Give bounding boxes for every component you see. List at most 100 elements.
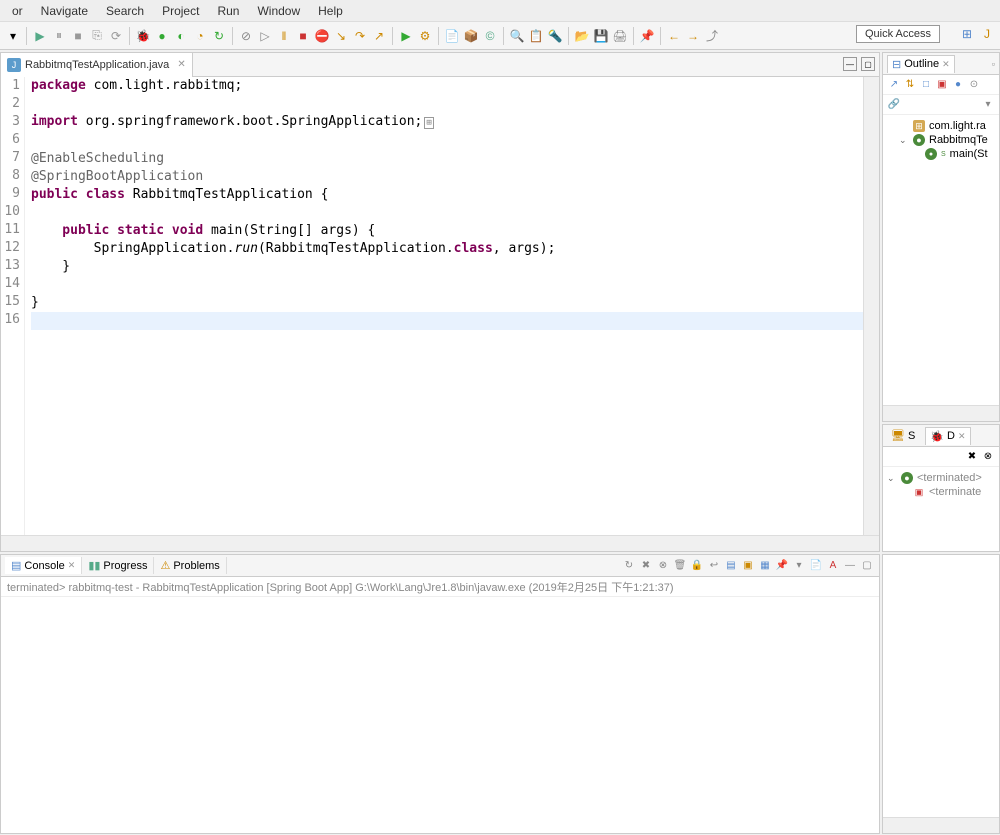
hide-fields-icon[interactable]: □ [919,78,933,92]
back-icon[interactable]: ← [665,27,683,45]
close-icon[interactable]: ✕ [942,59,950,70]
show-output-icon[interactable]: ▤ [723,558,739,574]
clear-icon[interactable]: 🗑 [672,558,688,574]
search2-icon[interactable]: 🔦 [546,27,564,45]
outline-tab[interactable]: ⊟ Outline ✕ [887,55,955,73]
focus-icon[interactable]: ↗ [887,78,901,92]
problems-tab[interactable]: ⚠ Problems [154,557,226,574]
max-icon[interactable]: ▢ [859,558,875,574]
remove-all-icon[interactable]: ⊗ [981,450,995,464]
terminate-relaunch-icon[interactable]: ↻ [621,558,637,574]
step-return-icon[interactable]: ↗ [370,27,388,45]
profile-icon[interactable]: ◔ [191,27,209,45]
new-console-icon[interactable]: 📄 [808,558,824,574]
rb-hscroll[interactable] [883,817,999,833]
new-icon[interactable]: 📄 [443,27,461,45]
outline-hscroll[interactable] [883,405,999,421]
maximize-icon[interactable]: ▢ [861,57,875,71]
class-icon[interactable]: © [481,27,499,45]
debug-item[interactable]: ▣<terminate [887,485,995,499]
debug-tree[interactable]: ⌄●<terminated> ▣<terminate [883,467,999,551]
menu-help[interactable]: Help [310,2,351,20]
suspend-icon[interactable]: ‖ [275,27,293,45]
print-icon[interactable]: 🖨 [611,27,629,45]
open-task-icon[interactable]: 📋 [527,27,545,45]
open-perspective-icon[interactable]: ⊞ [958,25,976,43]
code-area[interactable]: 123678910111213141516 package com.light.… [1,77,879,535]
publish-icon[interactable]: ⎘ [88,27,106,45]
package-icon[interactable]: 📦 [462,27,480,45]
outline-tree[interactable]: ⊞com.light.ra⌄●RabbitmqTe ●Smain(St [883,115,999,405]
open-file-icon[interactable]: 📂 [573,27,591,45]
debug-icon[interactable]: 🐞 [134,27,152,45]
servers-debug-panel: 🖥 S 🐞 D ✕ ✖ ⊗ ⌄●<terminated> ▣<terminate [882,424,1000,552]
pin-console-icon[interactable]: 📌 [774,558,790,574]
debug-item[interactable]: ⌄●<terminated> [887,471,995,485]
sync-icon[interactable]: ⟳ [107,27,125,45]
sort-icon[interactable]: ⇅ [903,78,917,92]
hide-static-icon[interactable]: ▣ [935,78,949,92]
minimize-icon[interactable]: ▫ [992,59,995,69]
hide-local-icon[interactable]: ⊙ [967,78,981,92]
ansi-icon[interactable]: A [825,558,841,574]
scroll-lock-icon[interactable]: 🔒 [689,558,705,574]
play-icon[interactable]: ▶ [31,27,49,45]
pause-icon[interactable]: ⏸ [50,27,68,45]
run2-icon[interactable]: ▶ [397,27,415,45]
outline-item[interactable]: ●Smain(St [887,147,995,161]
code-content[interactable]: package com.light.rabbitmq; import org.s… [25,77,863,535]
close-icon[interactable]: ✕ [177,59,185,70]
minimize-icon[interactable]: — [843,57,857,71]
min-icon[interactable]: — [842,558,858,574]
external-icon[interactable]: ⚙ [416,27,434,45]
forward-icon[interactable]: → [684,27,702,45]
up-icon[interactable]: ⤴ [703,27,721,45]
menu-window[interactable]: Window [249,2,308,20]
remove-launch-icon[interactable]: ✖ [638,558,654,574]
console-output[interactable] [1,597,879,833]
servers-label: S [908,430,915,442]
link-icon[interactable]: 🔗 [887,98,901,112]
menu-icon[interactable]: ▾ [981,98,995,112]
debug-tab[interactable]: 🐞 D ✕ [925,427,970,445]
remove-icon[interactable]: ✖ [965,450,979,464]
skip-bp-icon[interactable]: ⊘ [237,27,255,45]
line-gutter[interactable]: 123678910111213141516 [1,77,25,535]
terminate-icon[interactable]: ■ [294,27,312,45]
close-icon[interactable]: ✕ [958,431,966,442]
console-tab[interactable]: ▤ Console ✕ [5,557,82,574]
save-icon[interactable]: 💾 [592,27,610,45]
vertical-scrollbar[interactable] [863,77,879,535]
open-type-icon[interactable]: 🔍 [508,27,526,45]
outline-item[interactable]: ⊞com.light.ra [887,119,995,133]
step-into-icon[interactable]: ↘ [332,27,350,45]
progress-tab[interactable]: ▮▮ Progress [82,557,154,574]
java-perspective-icon[interactable]: J [978,25,996,43]
word-wrap-icon[interactable]: ↩ [706,558,722,574]
coverage-icon[interactable]: ◐ [172,27,190,45]
step-over-icon[interactable]: ↷ [351,27,369,45]
show-err-icon[interactable]: ▣ [740,558,756,574]
close-icon[interactable]: ✕ [68,560,76,571]
menu-navigate[interactable]: Navigate [33,2,96,20]
menu-search[interactable]: Search [98,2,152,20]
editor-tab-active[interactable]: J RabbitmqTestApplication.java ✕ [1,53,193,77]
disconnect-icon[interactable]: ⛔ [313,27,331,45]
menu-project[interactable]: Project [154,2,207,20]
pin-icon[interactable]: 📌 [638,27,656,45]
remove-all-launch-icon[interactable]: ⊗ [655,558,671,574]
outline-item[interactable]: ⌄●RabbitmqTe [887,133,995,147]
quick-access[interactable]: Quick Access [856,25,940,43]
resume-icon[interactable]: ▷ [256,27,274,45]
horizontal-scrollbar[interactable] [1,535,879,551]
hide-nonpublic-icon[interactable]: ● [951,78,965,92]
relaunch-icon[interactable]: ↻ [210,27,228,45]
dropdown-icon[interactable]: ▾ [4,27,22,45]
display-icon[interactable]: ▾ [791,558,807,574]
run-icon[interactable]: ● [153,27,171,45]
stop-icon[interactable]: ■ [69,27,87,45]
servers-tab[interactable]: 🖥 S [887,427,919,444]
menu-editor[interactable]: or [4,2,31,20]
open-console-icon[interactable]: ▦ [757,558,773,574]
menu-run[interactable]: Run [209,2,247,20]
